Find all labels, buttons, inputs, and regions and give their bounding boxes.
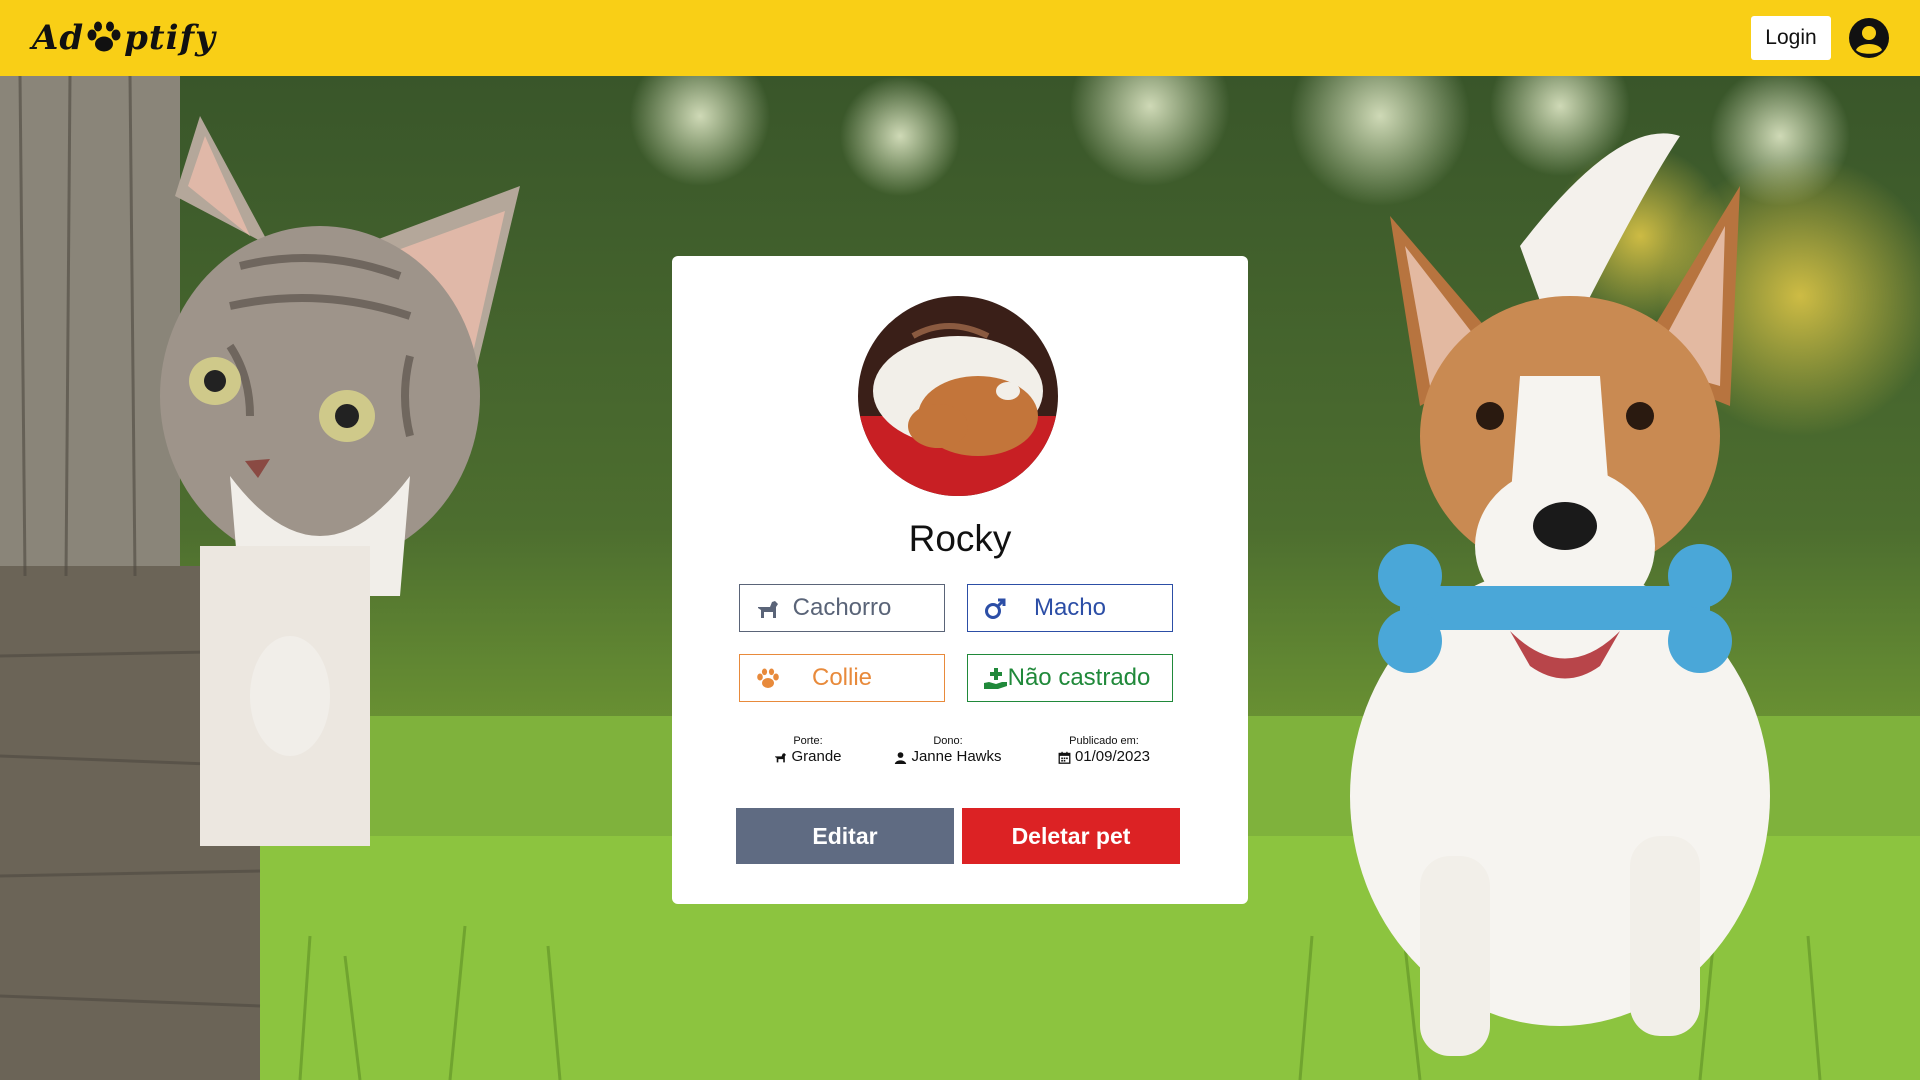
published-caption: Publicado em: — [1069, 735, 1139, 747]
logo-text-left: Ad — [32, 18, 85, 58]
breed-tag[interactable]: Collie — [739, 654, 945, 702]
dog-illustration — [1350, 133, 1770, 1056]
neutered-tag[interactable]: Não castrado — [967, 654, 1173, 702]
owner-value: Janne Hawks — [911, 748, 1002, 765]
gender-tag[interactable]: Macho — [967, 584, 1173, 632]
dog-icon — [775, 752, 787, 762]
pet-detail-card: Rocky Cachorro Macho Collie Não castrado — [672, 256, 1248, 904]
top-navbar: Ad ptify Login — [0, 0, 1920, 76]
size-value: Grande — [791, 748, 842, 765]
user-circle-icon[interactable] — [1848, 17, 1890, 59]
paw-logo-icon — [87, 21, 121, 52]
dog-icon — [758, 601, 778, 618]
species-tag[interactable]: Cachorro — [739, 584, 945, 632]
published-info: Publicado em: 01/09/2023 — [1034, 734, 1174, 766]
size-info: Porte: Grande — [758, 734, 858, 766]
paw-icon — [757, 668, 779, 688]
adoptify-logo[interactable]: Ad ptify — [32, 14, 216, 62]
hand-holding-medical-icon — [984, 668, 1007, 689]
calendar-icon — [1058, 751, 1071, 764]
mars-icon — [985, 598, 1006, 619]
owner-info: Dono: Janne Hawks — [878, 734, 1018, 766]
logo-text-right: ptify — [124, 18, 216, 58]
size-caption: Porte: — [793, 735, 823, 747]
login-button[interactable]: Login — [1751, 16, 1831, 60]
owner-caption: Dono: — [933, 735, 963, 747]
delete-pet-button[interactable]: Deletar pet — [962, 808, 1180, 864]
edit-button[interactable]: Editar — [736, 808, 954, 864]
user-icon — [895, 751, 907, 764]
published-value: 01/09/2023 — [1074, 748, 1151, 765]
pet-avatar-photo — [858, 296, 1058, 496]
pet-name-heading: Rocky — [908, 518, 1012, 559]
